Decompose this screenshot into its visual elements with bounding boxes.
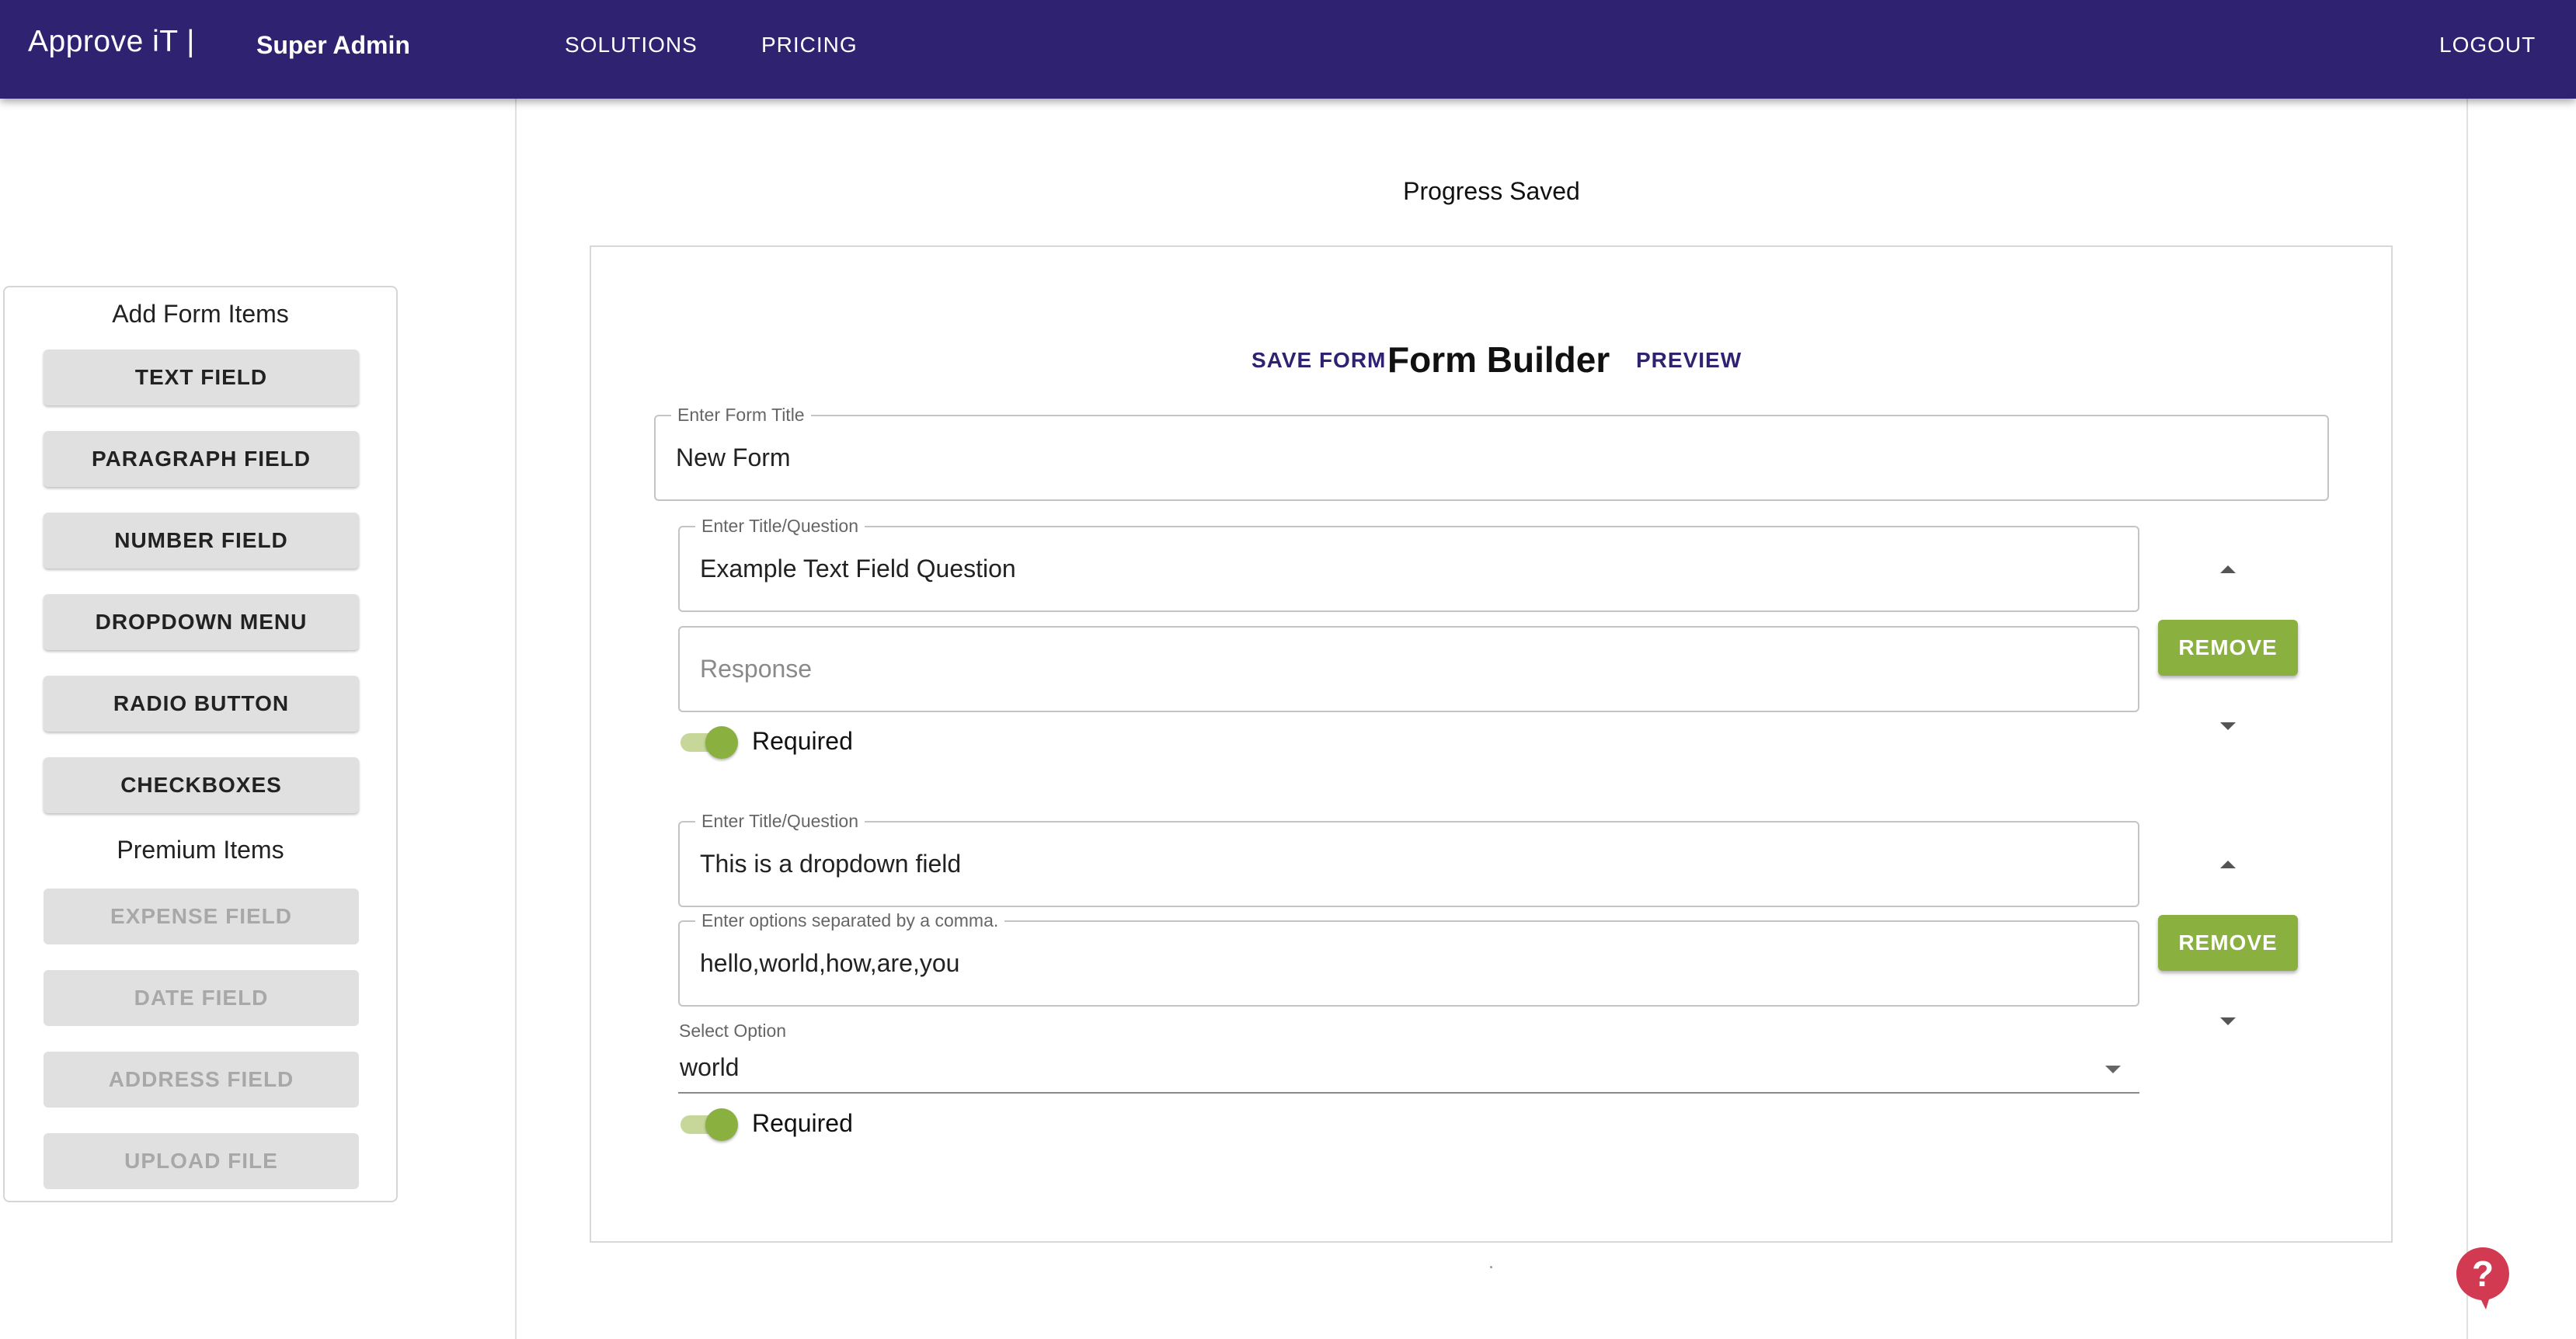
toggle-thumb — [705, 1108, 738, 1141]
add-paragraph-field-button[interactable]: PARAGRAPH FIELD — [44, 431, 359, 487]
preview-button[interactable]: PREVIEW — [1636, 348, 1742, 373]
question-2-required-toggle[interactable] — [679, 1108, 738, 1142]
question-2-move-down-icon[interactable] — [2212, 1010, 2244, 1033]
select-option-value: world — [680, 1053, 740, 1081]
add-upload-file-button: UPLOAD FILE — [44, 1133, 359, 1189]
question-2-title-value: This is a dropdown field — [700, 850, 962, 878]
svg-text:?: ? — [2472, 1254, 2494, 1294]
question-2-options-input[interactable]: Enter options separated by a comma. hell… — [678, 910, 2139, 1007]
logout-button[interactable]: LOGOUT — [2439, 33, 2536, 57]
page-title: Form Builder — [1387, 339, 1610, 380]
question-1-required-toggle[interactable] — [679, 725, 738, 760]
select-option-dropdown[interactable]: world — [678, 1047, 2139, 1094]
brand-logo[interactable]: Approve iT | — [28, 25, 195, 59]
add-form-items-panel: Add Form Items TEXT FIELD PARAGRAPH FIEL… — [3, 286, 398, 1202]
question-1-title-input[interactable]: Enter Title/Question Example Text Field … — [678, 516, 2139, 612]
question-1-remove-button[interactable]: REMOVE — [2158, 620, 2298, 676]
add-expense-field-button: EXPENSE FIELD — [44, 889, 359, 944]
add-dropdown-menu-button[interactable]: DROPDOWN MENU — [44, 594, 359, 650]
add-radio-button-button[interactable]: RADIO BUTTON — [44, 676, 359, 732]
top-navbar: Approve iT | Super Admin SOLUTIONS PRICI… — [0, 0, 2576, 99]
nav-pricing[interactable]: PRICING — [761, 33, 858, 57]
column-divider-left — [515, 99, 517, 1339]
chevron-down-icon — [2105, 1066, 2121, 1073]
add-address-field-button: ADDRESS FIELD — [44, 1052, 359, 1108]
question-1-required-label: Required — [752, 727, 853, 755]
toggle-thumb — [705, 726, 738, 759]
decorative-dot — [1490, 1266, 1492, 1268]
premium-items-heading: Premium Items — [117, 836, 284, 864]
add-form-items-heading: Add Form Items — [112, 300, 289, 328]
question-1-move-down-icon[interactable] — [2212, 715, 2244, 738]
question-1-response-input[interactable]: Response — [678, 626, 2139, 712]
save-form-button[interactable]: SAVE FORM — [1251, 348, 1386, 373]
question-1-title-value: Example Text Field Question — [700, 555, 1016, 583]
question-2-remove-button[interactable]: REMOVE — [2158, 915, 2298, 971]
question-2-move-up-icon[interactable] — [2212, 853, 2244, 876]
form-title-value: New Form — [676, 443, 791, 471]
add-text-field-button[interactable]: TEXT FIELD — [44, 350, 359, 405]
user-role: Super Admin — [256, 31, 410, 59]
column-divider-right — [2466, 99, 2468, 1339]
question-2-required-label: Required — [752, 1109, 853, 1137]
add-number-field-button[interactable]: NUMBER FIELD — [44, 513, 359, 569]
help-icon[interactable]: ? — [2455, 1246, 2511, 1311]
select-option-label: Select Option — [679, 1021, 787, 1041]
question-1-move-up-icon[interactable] — [2212, 558, 2244, 581]
question-2-title-input[interactable]: Enter Title/Question This is a dropdown … — [678, 811, 2139, 907]
save-status-text: Progress Saved — [1403, 177, 1580, 205]
nav-solutions[interactable]: SOLUTIONS — [565, 33, 698, 57]
question-2-options-value: hello,world,how,are,you — [700, 949, 960, 977]
add-date-field-button: DATE FIELD — [44, 970, 359, 1026]
question-1-response-placeholder: Response — [700, 655, 813, 683]
form-title-input[interactable]: Enter Form Title New Form — [654, 405, 2329, 501]
add-checkboxes-button[interactable]: CHECKBOXES — [44, 757, 359, 813]
